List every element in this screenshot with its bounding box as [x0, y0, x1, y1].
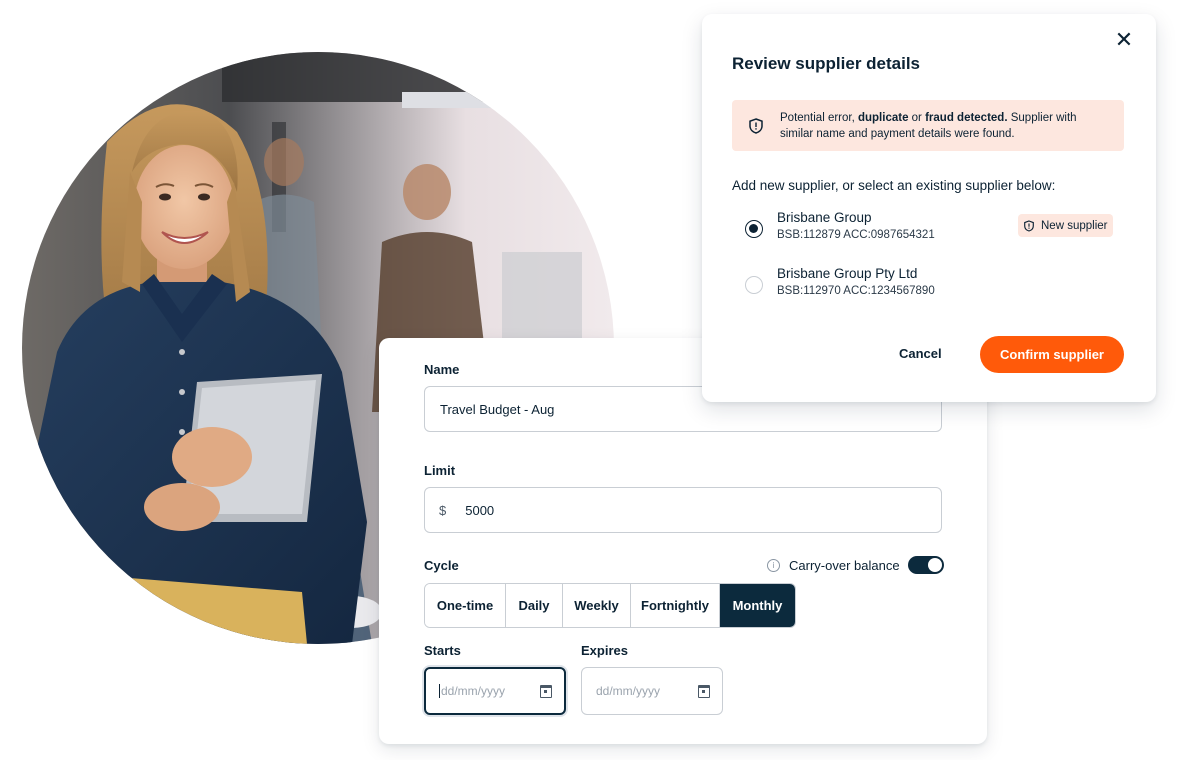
limit-input-value: 5000	[465, 502, 495, 518]
name-input-value: Travel Budget - Aug	[440, 401, 555, 417]
cycle-option-weekly[interactable]: Weekly	[563, 584, 631, 627]
limit-input[interactable]: $ 5000	[424, 487, 942, 533]
currency-symbol: $	[439, 502, 447, 518]
text-caret	[439, 684, 440, 698]
calendar-icon[interactable]	[540, 684, 552, 698]
cycle-selector: One-time Daily Weekly Fortnightly Monthl…	[424, 583, 796, 628]
limit-label: Limit	[424, 463, 456, 478]
cycle-option-one-time[interactable]: One-time	[425, 584, 506, 627]
cycle-option-fortnightly[interactable]: Fortnightly	[631, 584, 720, 627]
shield-icon	[1024, 219, 1034, 232]
confirm-supplier-button[interactable]: Confirm supplier	[980, 336, 1124, 373]
supplier-bank-details: BSB:112970 ACC:1234567890	[777, 285, 935, 297]
close-icon[interactable]: ✕	[1114, 30, 1134, 52]
name-label: Name	[424, 362, 460, 377]
toggle-knob	[927, 558, 942, 572]
shield-alert-icon	[749, 117, 763, 134]
cycle-option-daily[interactable]: Daily	[506, 584, 563, 627]
alert-message: Potential error, duplicate or fraud dete…	[780, 110, 1110, 142]
radio-unselected[interactable]	[745, 276, 763, 294]
modal-title: Review supplier details	[732, 54, 921, 73]
supplier-name: Brisbane Group	[777, 210, 872, 225]
cancel-button[interactable]: Cancel	[899, 346, 942, 361]
expires-date-input[interactable]: dd/mm/yyyy	[581, 667, 723, 715]
supplier-prompt: Add new supplier, or select an existing …	[732, 178, 1056, 193]
info-icon[interactable]: i	[767, 558, 780, 572]
alert-emphasis: duplicate	[857, 111, 909, 124]
starts-label: Starts	[424, 643, 461, 658]
supplier-option[interactable]: Brisbane Group Pty Ltd BSB:112970 ACC:12…	[742, 266, 1122, 302]
expires-label: Expires	[581, 643, 628, 658]
new-supplier-label: New supplier	[1041, 219, 1108, 232]
alert-lead: Potential error,	[780, 111, 858, 124]
supplier-name: Brisbane Group Pty Ltd	[777, 266, 918, 281]
starts-date-input[interactable]: dd/mm/yyyy	[424, 667, 566, 715]
new-supplier-badge: New supplier	[1018, 214, 1114, 237]
alert-mid: or	[908, 111, 926, 124]
carry-over-label: Carry-over balance	[789, 557, 900, 573]
calendar-icon[interactable]	[698, 684, 710, 698]
radio-selected[interactable]	[745, 220, 763, 238]
review-supplier-modal: ✕ Review supplier details Potential erro…	[702, 14, 1156, 402]
fraud-alert: Potential error, duplicate or fraud dete…	[732, 100, 1124, 151]
expires-placeholder: dd/mm/yyyy	[596, 684, 661, 698]
cycle-option-monthly[interactable]: Monthly	[720, 584, 795, 627]
starts-placeholder: dd/mm/yyyy	[441, 684, 506, 698]
supplier-bank-details: BSB:112879 ACC:0987654321	[777, 229, 935, 241]
cycle-label: Cycle	[424, 558, 459, 573]
carry-over-control: i Carry-over balance	[767, 556, 944, 574]
carry-over-toggle[interactable]	[907, 556, 944, 574]
alert-emphasis-2: fraud detected.	[925, 111, 1008, 124]
